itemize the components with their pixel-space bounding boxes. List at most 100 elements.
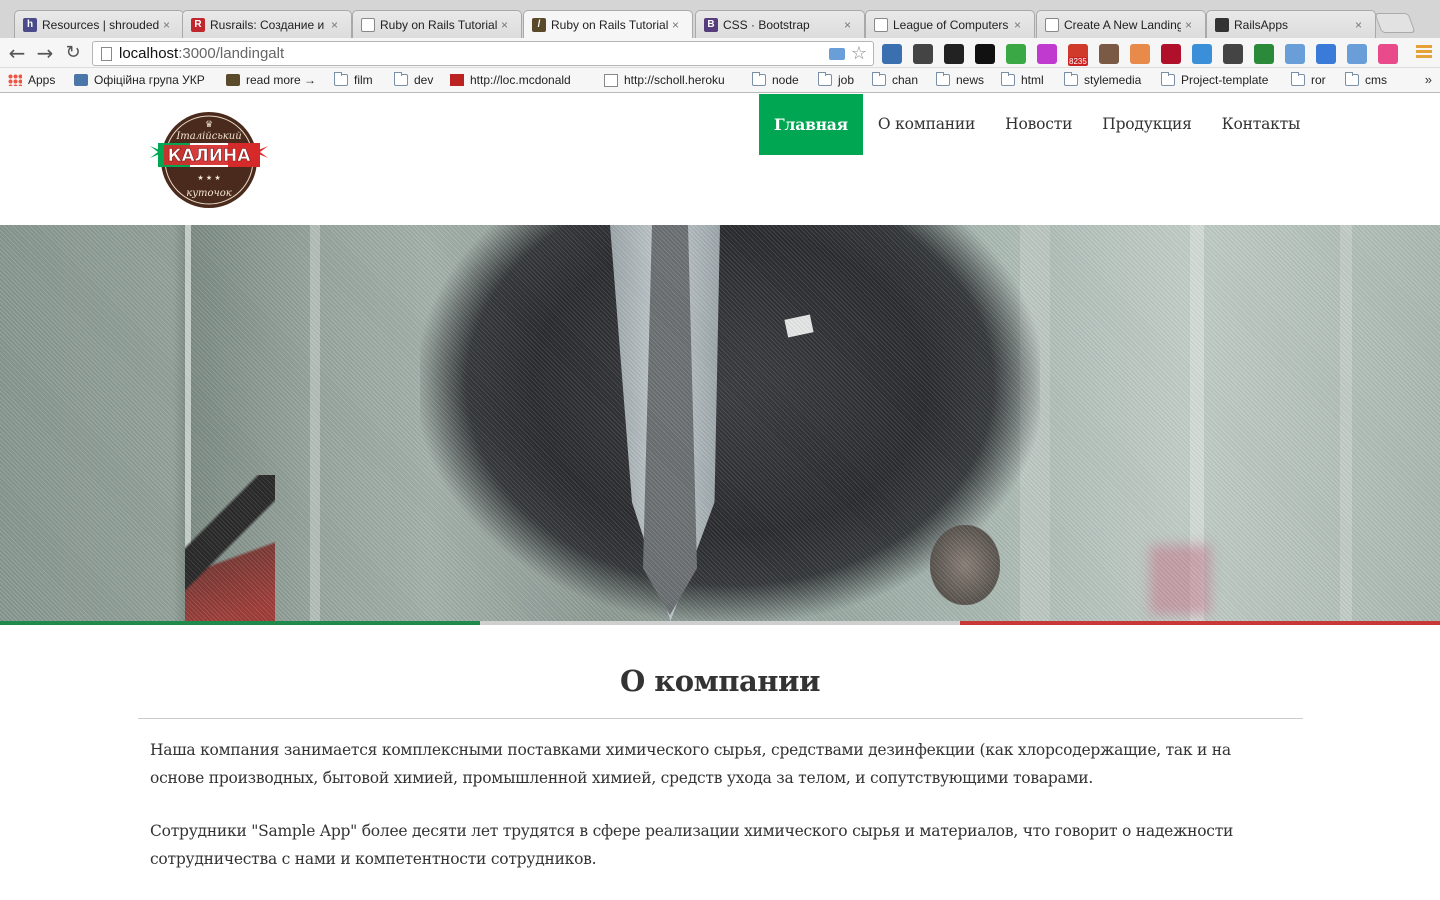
section-title: О компании [619, 664, 821, 698]
section-divider [138, 718, 1303, 719]
tab-title: Ruby on Rails Tutorial [551, 17, 668, 32]
hero-banner [0, 225, 1440, 621]
stocks-extension-icon[interactable] [975, 44, 995, 64]
bookmark-label: http://loc.mcdonald [470, 73, 571, 87]
tab-title: Resources | shrouded [42, 17, 159, 32]
bookmark-item[interactable]: http://scholl.heroku [604, 72, 725, 88]
bookmark-item[interactable]: node [752, 72, 799, 88]
tab-title: Create A New Landing [1064, 17, 1181, 32]
stars-icon: ★ ★ ★ [197, 174, 220, 182]
document-icon [874, 17, 888, 32]
bookmark-item[interactable]: job [818, 72, 854, 88]
tab-title: RailsApps [1234, 17, 1289, 32]
page-info-icon[interactable] [101, 47, 112, 61]
bw-extension-icon[interactable] [1254, 44, 1274, 64]
forward-arrow-icon[interactable]: → [34, 42, 56, 64]
nav-link[interactable]: Новости [990, 94, 1087, 155]
nav-link[interactable]: Главная [759, 94, 863, 155]
tab-close-icon[interactable]: × [672, 18, 684, 32]
link-extension-icon[interactable] [1316, 44, 1336, 64]
chrome-menu-icon[interactable] [1416, 45, 1432, 59]
evernote-extension-icon[interactable] [1161, 44, 1181, 64]
nav-link[interactable]: О компании [863, 94, 990, 155]
tab-close-icon[interactable]: × [844, 18, 856, 32]
nav-link[interactable]: Контакты [1207, 94, 1315, 155]
settings-extension-icon[interactable] [1223, 44, 1243, 64]
nav-link[interactable]: Продукция [1087, 94, 1206, 155]
folder-icon [1001, 72, 1015, 86]
tab-close-icon[interactable]: × [1185, 18, 1197, 32]
bookmarks-overflow-button[interactable]: » [1425, 72, 1432, 87]
new-badge-extension-icon[interactable] [882, 44, 902, 64]
window-resizer-extension-icon[interactable] [944, 44, 964, 64]
folder-icon [394, 72, 408, 86]
browser-tab[interactable]: RailsApps × [1206, 10, 1376, 38]
tab-close-icon[interactable]: × [1014, 18, 1026, 32]
bookmark-item[interactable]: Project-template [1161, 72, 1268, 88]
bookmark-item[interactable]: Офіційна група УКР [74, 72, 205, 88]
bookmark-item[interactable]: html [1001, 72, 1044, 88]
tab-close-icon[interactable]: × [163, 18, 175, 32]
bookmark-item[interactable]: cms [1345, 72, 1387, 88]
bookmark-label: read more → [246, 73, 317, 87]
bookmark-item[interactable]: chan [872, 72, 918, 88]
bookmark-label: http://scholl.heroku [624, 73, 725, 87]
browser-tab[interactable]: h Resources | shrouded × [14, 10, 184, 38]
document-icon [361, 17, 375, 32]
rainbow-extension-icon[interactable] [1378, 44, 1398, 64]
bookmark-item[interactable]: http://loc.mcdonald [450, 72, 571, 88]
bookmark-label: html [1021, 73, 1044, 87]
folder-extension-icon[interactable] [1347, 44, 1367, 64]
tab-title: League of Computers [893, 17, 1009, 32]
kalina-logo[interactable]: Італійський ♛ КАЛИНА ★ ★ ★ куточок [150, 110, 268, 210]
reload-icon[interactable]: ↻ [62, 42, 84, 64]
eyedropper-extension-icon[interactable] [913, 44, 933, 64]
new-tab-button[interactable] [1374, 13, 1416, 33]
tab-close-icon[interactable]: × [1355, 18, 1367, 32]
folder-icon [818, 72, 832, 86]
flag-segment [480, 621, 960, 625]
bookmark-label: dev [414, 73, 434, 87]
about-paragraph-2: Сотрудники "Sample App" более десяти лет… [150, 822, 1234, 868]
browser-tab[interactable]: League of Computers × [865, 10, 1035, 38]
bookmark-star-icon[interactable]: ☆ [851, 42, 867, 65]
bookmark-item[interactable]: read more → [226, 72, 316, 88]
color-picker-extension-icon[interactable] [1037, 44, 1057, 64]
apps-grid-icon [8, 74, 22, 86]
railstutorial-icon: / [532, 17, 546, 32]
translate-extension-icon[interactable] [1192, 44, 1212, 64]
bookmark-label: job [838, 73, 855, 87]
bookmark-item[interactable]: stylemedia [1064, 72, 1141, 88]
logo-bottom-text: куточок [186, 188, 232, 199]
bookmark-item[interactable]: dev [394, 72, 433, 88]
browser-tab[interactable]: R Rusrails: Создание и × [182, 10, 352, 38]
refresh-extension-icon[interactable] [1006, 44, 1026, 64]
browser-tab[interactable]: Create A New Landing × [1036, 10, 1206, 38]
address-bar[interactable]: localhost:3000/landingalt ☆ [92, 41, 874, 66]
page-action-icon[interactable] [829, 48, 845, 60]
instagram-extension-icon[interactable] [1099, 44, 1119, 64]
bookmark-item[interactable]: Apps [8, 72, 55, 88]
tab-extension-icon[interactable] [1285, 44, 1305, 64]
tab-title: Ruby on Rails Tutorial [380, 17, 497, 32]
railstutorial-icon [226, 74, 240, 86]
unread-count-badge: 8235 [1068, 57, 1088, 66]
browser-tab[interactable]: B CSS · Bootstrap × [695, 10, 865, 38]
folder-icon [936, 72, 950, 86]
gmail-checker-extension-icon[interactable]: 8235 [1068, 44, 1088, 66]
crown-icon: ♛ [205, 120, 213, 130]
bookmark-item[interactable]: news [936, 72, 984, 88]
folder-icon [1161, 72, 1175, 86]
browser-tab[interactable]: / Ruby on Rails Tutorial × [523, 10, 693, 38]
browser-tab[interactable]: Ruby on Rails Tutorial × [352, 10, 522, 38]
folder-icon [752, 72, 766, 86]
bookmark-label: cms [1365, 73, 1387, 87]
bookmark-item[interactable]: ror [1291, 72, 1326, 88]
bookmark-label: stylemedia [1084, 73, 1142, 87]
tab-close-icon[interactable]: × [331, 18, 343, 32]
analytics-extension-icon[interactable] [1130, 44, 1150, 64]
back-arrow-icon[interactable]: ← [6, 42, 28, 64]
bookmark-item[interactable]: film [334, 72, 373, 88]
bookmark-label: Офіційна група УКР [94, 73, 205, 87]
tab-close-icon[interactable]: × [501, 18, 513, 32]
